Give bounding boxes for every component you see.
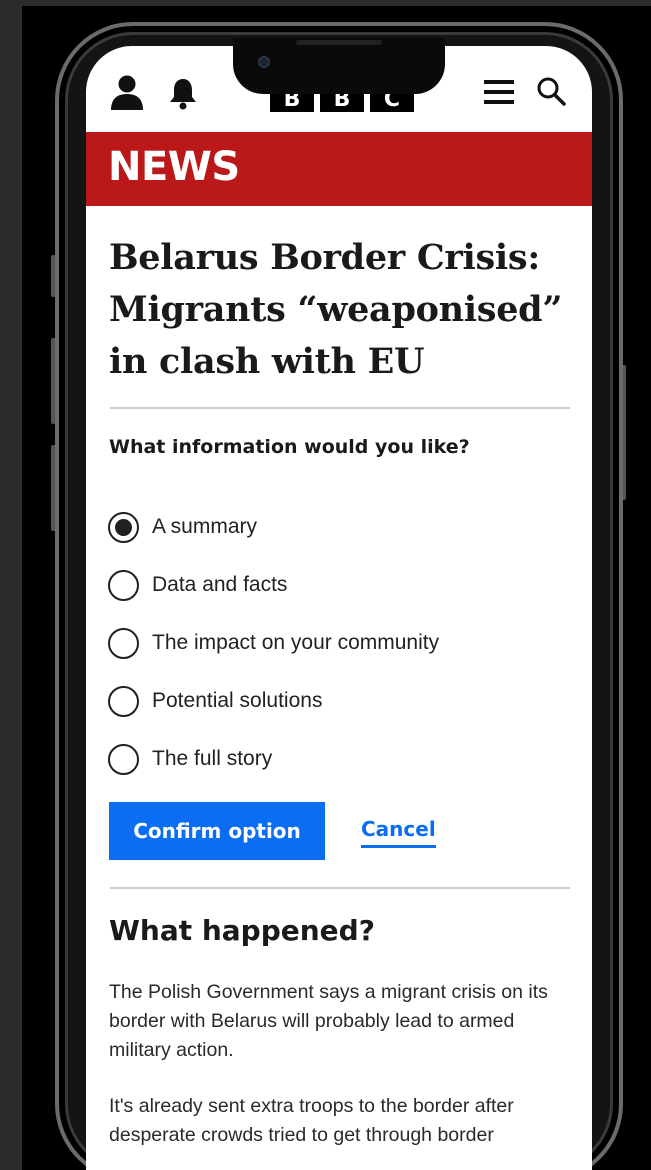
article-headline: Belarus Border Crisis: Migrants “weaponi… — [109, 232, 579, 388]
poll-option-data-and-facts[interactable]: Data and facts — [108, 556, 439, 614]
poll-option-label: The impact on your community — [152, 631, 440, 654]
poll-option-label: Potential solutions — [152, 689, 323, 712]
radio-unselected-icon[interactable] — [108, 685, 139, 717]
radio-selected-icon[interactable] — [108, 511, 139, 543]
background-panel — [0, 0, 22, 1170]
person-icon[interactable] — [110, 74, 144, 110]
headline-line: Belarus Border Crisis: — [109, 237, 540, 278]
radio-unselected-icon[interactable] — [108, 627, 139, 659]
section-label: NEWS — [108, 144, 240, 190]
cancel-link[interactable]: Cancel — [361, 817, 436, 848]
headline-line: in clash with EU — [109, 341, 425, 382]
poll-option-full-story[interactable]: The full story — [108, 730, 439, 788]
background-strip — [0, 0, 651, 6]
bell-icon[interactable] — [166, 76, 200, 110]
confirm-option-button[interactable]: Confirm option — [109, 802, 325, 860]
poll-option-label: Data and facts — [152, 573, 288, 596]
headline-line: Migrants “weaponised” — [109, 289, 563, 330]
poll-option-label: A summary — [152, 515, 258, 538]
poll-option-potential-solutions[interactable]: Potential solutions — [108, 672, 439, 730]
phone-screen: B B C NEWS Belarus Border Crisis: Migran… — [86, 46, 592, 1170]
search-icon[interactable] — [536, 76, 566, 106]
hamburger-menu-icon[interactable] — [484, 78, 516, 106]
divider — [110, 407, 570, 409]
section-heading: What happened? — [109, 914, 375, 947]
article-paragraph: It's already sent extra troops to the bo… — [109, 1095, 514, 1146]
poll-option-label: The full story — [152, 747, 273, 770]
poll-option-summary[interactable]: A summary — [108, 498, 439, 556]
poll-question: What information would you like? — [109, 436, 470, 458]
poll-option-community-impact[interactable]: The impact on your community — [108, 614, 439, 672]
front-camera-icon — [258, 56, 270, 68]
news-section-banner[interactable]: NEWS — [86, 132, 592, 206]
earpiece-speaker — [296, 40, 382, 45]
radio-unselected-icon[interactable] — [108, 569, 139, 601]
divider — [110, 887, 570, 889]
poll-options: A summary Data and facts The impact on y… — [108, 498, 439, 788]
article-paragraph: The Polish Government says a migrant cri… — [109, 981, 548, 1061]
radio-unselected-icon[interactable] — [108, 743, 139, 775]
